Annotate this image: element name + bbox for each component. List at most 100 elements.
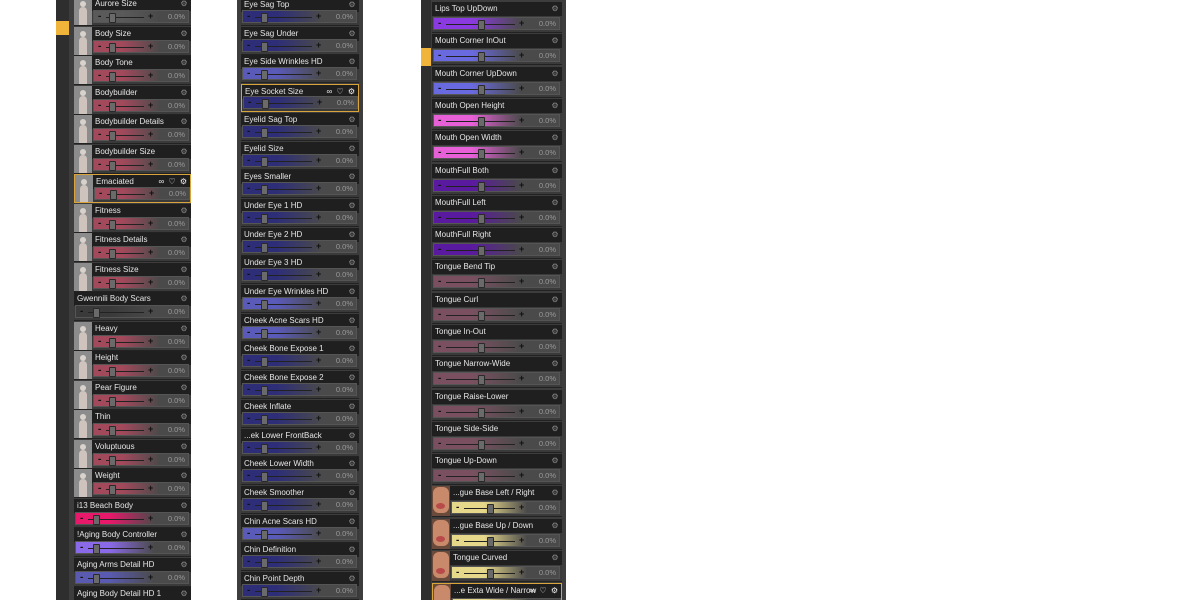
morph-slider-mouth-corner-inout[interactable]: Mouth Corner InOut ⚙ - +0.0% (432, 34, 562, 65)
gear-icon[interactable]: ⚙ (550, 486, 560, 500)
slider-value[interactable]: 0.0% (539, 309, 556, 321)
slider-value[interactable]: 0.0% (168, 483, 185, 495)
decrement-button[interactable]: - (438, 114, 441, 127)
slider-knob[interactable] (109, 13, 116, 23)
decrement-button[interactable]: - (247, 498, 250, 511)
increment-button[interactable]: + (316, 354, 321, 367)
slider-value[interactable]: 0.0% (336, 126, 353, 138)
slider-value[interactable]: 0.0% (168, 70, 185, 82)
slider-value[interactable]: 0.0% (336, 442, 353, 454)
slider-knob[interactable] (478, 52, 485, 62)
slider-knob[interactable] (261, 587, 268, 597)
slider-knob[interactable] (261, 444, 268, 454)
morph-slider-eye-socket-size[interactable]: Eye Socket Size ∞ ♡ ⚙ - +0.0% (241, 84, 359, 112)
decrement-button[interactable]: - (438, 405, 441, 418)
slider-control[interactable]: - +0.0% (243, 96, 358, 109)
decrement-button[interactable]: - (98, 128, 101, 141)
slider-control[interactable]: - +0.0% (93, 69, 189, 82)
slider-control[interactable]: - +0.0% (242, 498, 357, 511)
slider-knob[interactable] (261, 472, 268, 482)
slider-knob[interactable] (261, 271, 268, 281)
slider-value[interactable]: 0.0% (539, 180, 556, 192)
slider-control[interactable]: - +0.0% (451, 534, 560, 547)
increment-button[interactable]: + (316, 326, 321, 339)
morph-slider-tongue-side-side[interactable]: Tongue Side-Side ⚙ - +0.0% (432, 422, 562, 453)
slider-value[interactable]: 0.0% (168, 11, 185, 23)
slider-knob[interactable] (478, 149, 485, 159)
gear-icon[interactable]: ⚙ (550, 164, 560, 178)
slider-control[interactable]: - +0.0% (93, 246, 189, 259)
slider-value[interactable]: 0.0% (336, 269, 353, 281)
increment-button[interactable]: + (148, 305, 153, 318)
slider-knob[interactable] (261, 558, 268, 568)
decrement-button[interactable]: - (98, 99, 101, 112)
morph-slider-under-eye-3-hd[interactable]: Under Eye 3 HD ⚙ - +0.0% (241, 256, 359, 284)
morph-slider-emaciated[interactable]: Emaciated ∞ ♡ ⚙ - +0.0% (74, 174, 191, 203)
decrement-button[interactable]: - (247, 555, 250, 568)
slider-control[interactable]: - +0.0% (433, 211, 560, 224)
slider-knob[interactable] (261, 357, 268, 367)
decrement-button[interactable]: - (98, 423, 101, 436)
slider-value[interactable]: 0.0% (168, 424, 185, 436)
morph-slider-cheek-smoother[interactable]: Cheek Smoother ⚙ - +0.0% (241, 486, 359, 514)
slider-value[interactable]: 0.0% (168, 454, 185, 466)
increment-button[interactable]: + (316, 555, 321, 568)
decrement-button[interactable]: - (438, 275, 441, 288)
slider-value[interactable]: 0.0% (336, 355, 353, 367)
slider-knob[interactable] (478, 214, 485, 224)
morph-slider-eye-side-wrinkles-hd[interactable]: Eye Side Wrinkles HD ⚙ - +0.0% (241, 55, 359, 83)
decrement-button[interactable]: - (98, 69, 101, 82)
morph-slider-fitness[interactable]: Fitness ⚙ - +0.0% (74, 204, 191, 233)
morph-slider-eye-sag-top[interactable]: Eye Sag Top ⚙ - +0.0% (241, 0, 359, 26)
slider-value[interactable]: 0.0% (168, 365, 185, 377)
increment-button[interactable]: + (519, 179, 524, 192)
slider-value[interactable]: 0.0% (168, 572, 185, 584)
increment-button[interactable]: + (519, 82, 524, 95)
gear-icon[interactable]: ⚙ (550, 34, 560, 48)
slider-control[interactable]: - +0.0% (75, 571, 189, 584)
decrement-button[interactable]: - (80, 305, 83, 318)
decrement-button[interactable]: - (98, 276, 101, 289)
increment-button[interactable]: + (148, 128, 153, 141)
slider-control[interactable]: - +0.0% (75, 305, 189, 318)
slider-control[interactable]: - +0.0% (242, 469, 357, 482)
increment-button[interactable]: + (316, 240, 321, 253)
gear-icon[interactable]: ⚙ (179, 381, 189, 395)
decrement-button[interactable]: - (247, 182, 250, 195)
increment-button[interactable]: + (519, 534, 524, 547)
increment-button[interactable]: + (148, 10, 153, 23)
morph-slider-heavy[interactable]: Heavy ⚙ - +0.0% (74, 322, 191, 351)
slider-control[interactable]: - +0.0% (242, 584, 357, 597)
slider-control[interactable]: - +0.0% (93, 217, 189, 230)
gear-icon[interactable]: ⚙ (550, 519, 560, 533)
slider-knob[interactable] (261, 128, 268, 138)
slider-value[interactable]: 0.0% (336, 68, 353, 80)
slider-knob[interactable] (109, 397, 116, 407)
slider-knob[interactable] (478, 440, 485, 450)
morph-slider-tongue-curl[interactable]: Tongue Curl ⚙ - +0.0% (432, 293, 562, 324)
increment-button[interactable]: + (148, 364, 153, 377)
morph-slider-aging-body-controller[interactable]: !Aging Body Controller ⚙ - +0.0% (74, 528, 191, 557)
slider-value[interactable]: 0.0% (169, 188, 186, 200)
gear-icon[interactable]: ⚙ (179, 145, 189, 159)
increment-button[interactable]: + (316, 39, 321, 52)
morph-slider-gwennili-body-scars[interactable]: Gwennili Body Scars ⚙ - +0.0% (74, 292, 191, 321)
slider-control[interactable]: - +0.0% (242, 39, 357, 52)
slider-control[interactable]: - +0.0% (433, 49, 560, 62)
decrement-button[interactable]: - (456, 534, 459, 547)
slider-control[interactable]: - +0.0% (242, 354, 357, 367)
morph-slider-under-eye-1-hd[interactable]: Under Eye 1 HD ⚙ - +0.0% (241, 199, 359, 227)
increment-button[interactable]: + (317, 96, 322, 109)
decrement-button[interactable]: - (247, 527, 250, 540)
slider-control[interactable]: - +0.0% (93, 482, 189, 495)
gear-icon[interactable]: ⚙ (179, 528, 189, 542)
increment-button[interactable]: + (316, 268, 321, 281)
decrement-button[interactable]: - (98, 453, 101, 466)
slider-knob[interactable] (109, 367, 116, 377)
increment-button[interactable]: + (148, 512, 153, 525)
decrement-button[interactable]: - (80, 512, 83, 525)
gear-icon[interactable]: ⚙ (179, 115, 189, 129)
slider-value[interactable]: 0.0% (539, 50, 556, 62)
slider-knob[interactable] (109, 456, 116, 466)
decrement-button[interactable]: - (247, 67, 250, 80)
